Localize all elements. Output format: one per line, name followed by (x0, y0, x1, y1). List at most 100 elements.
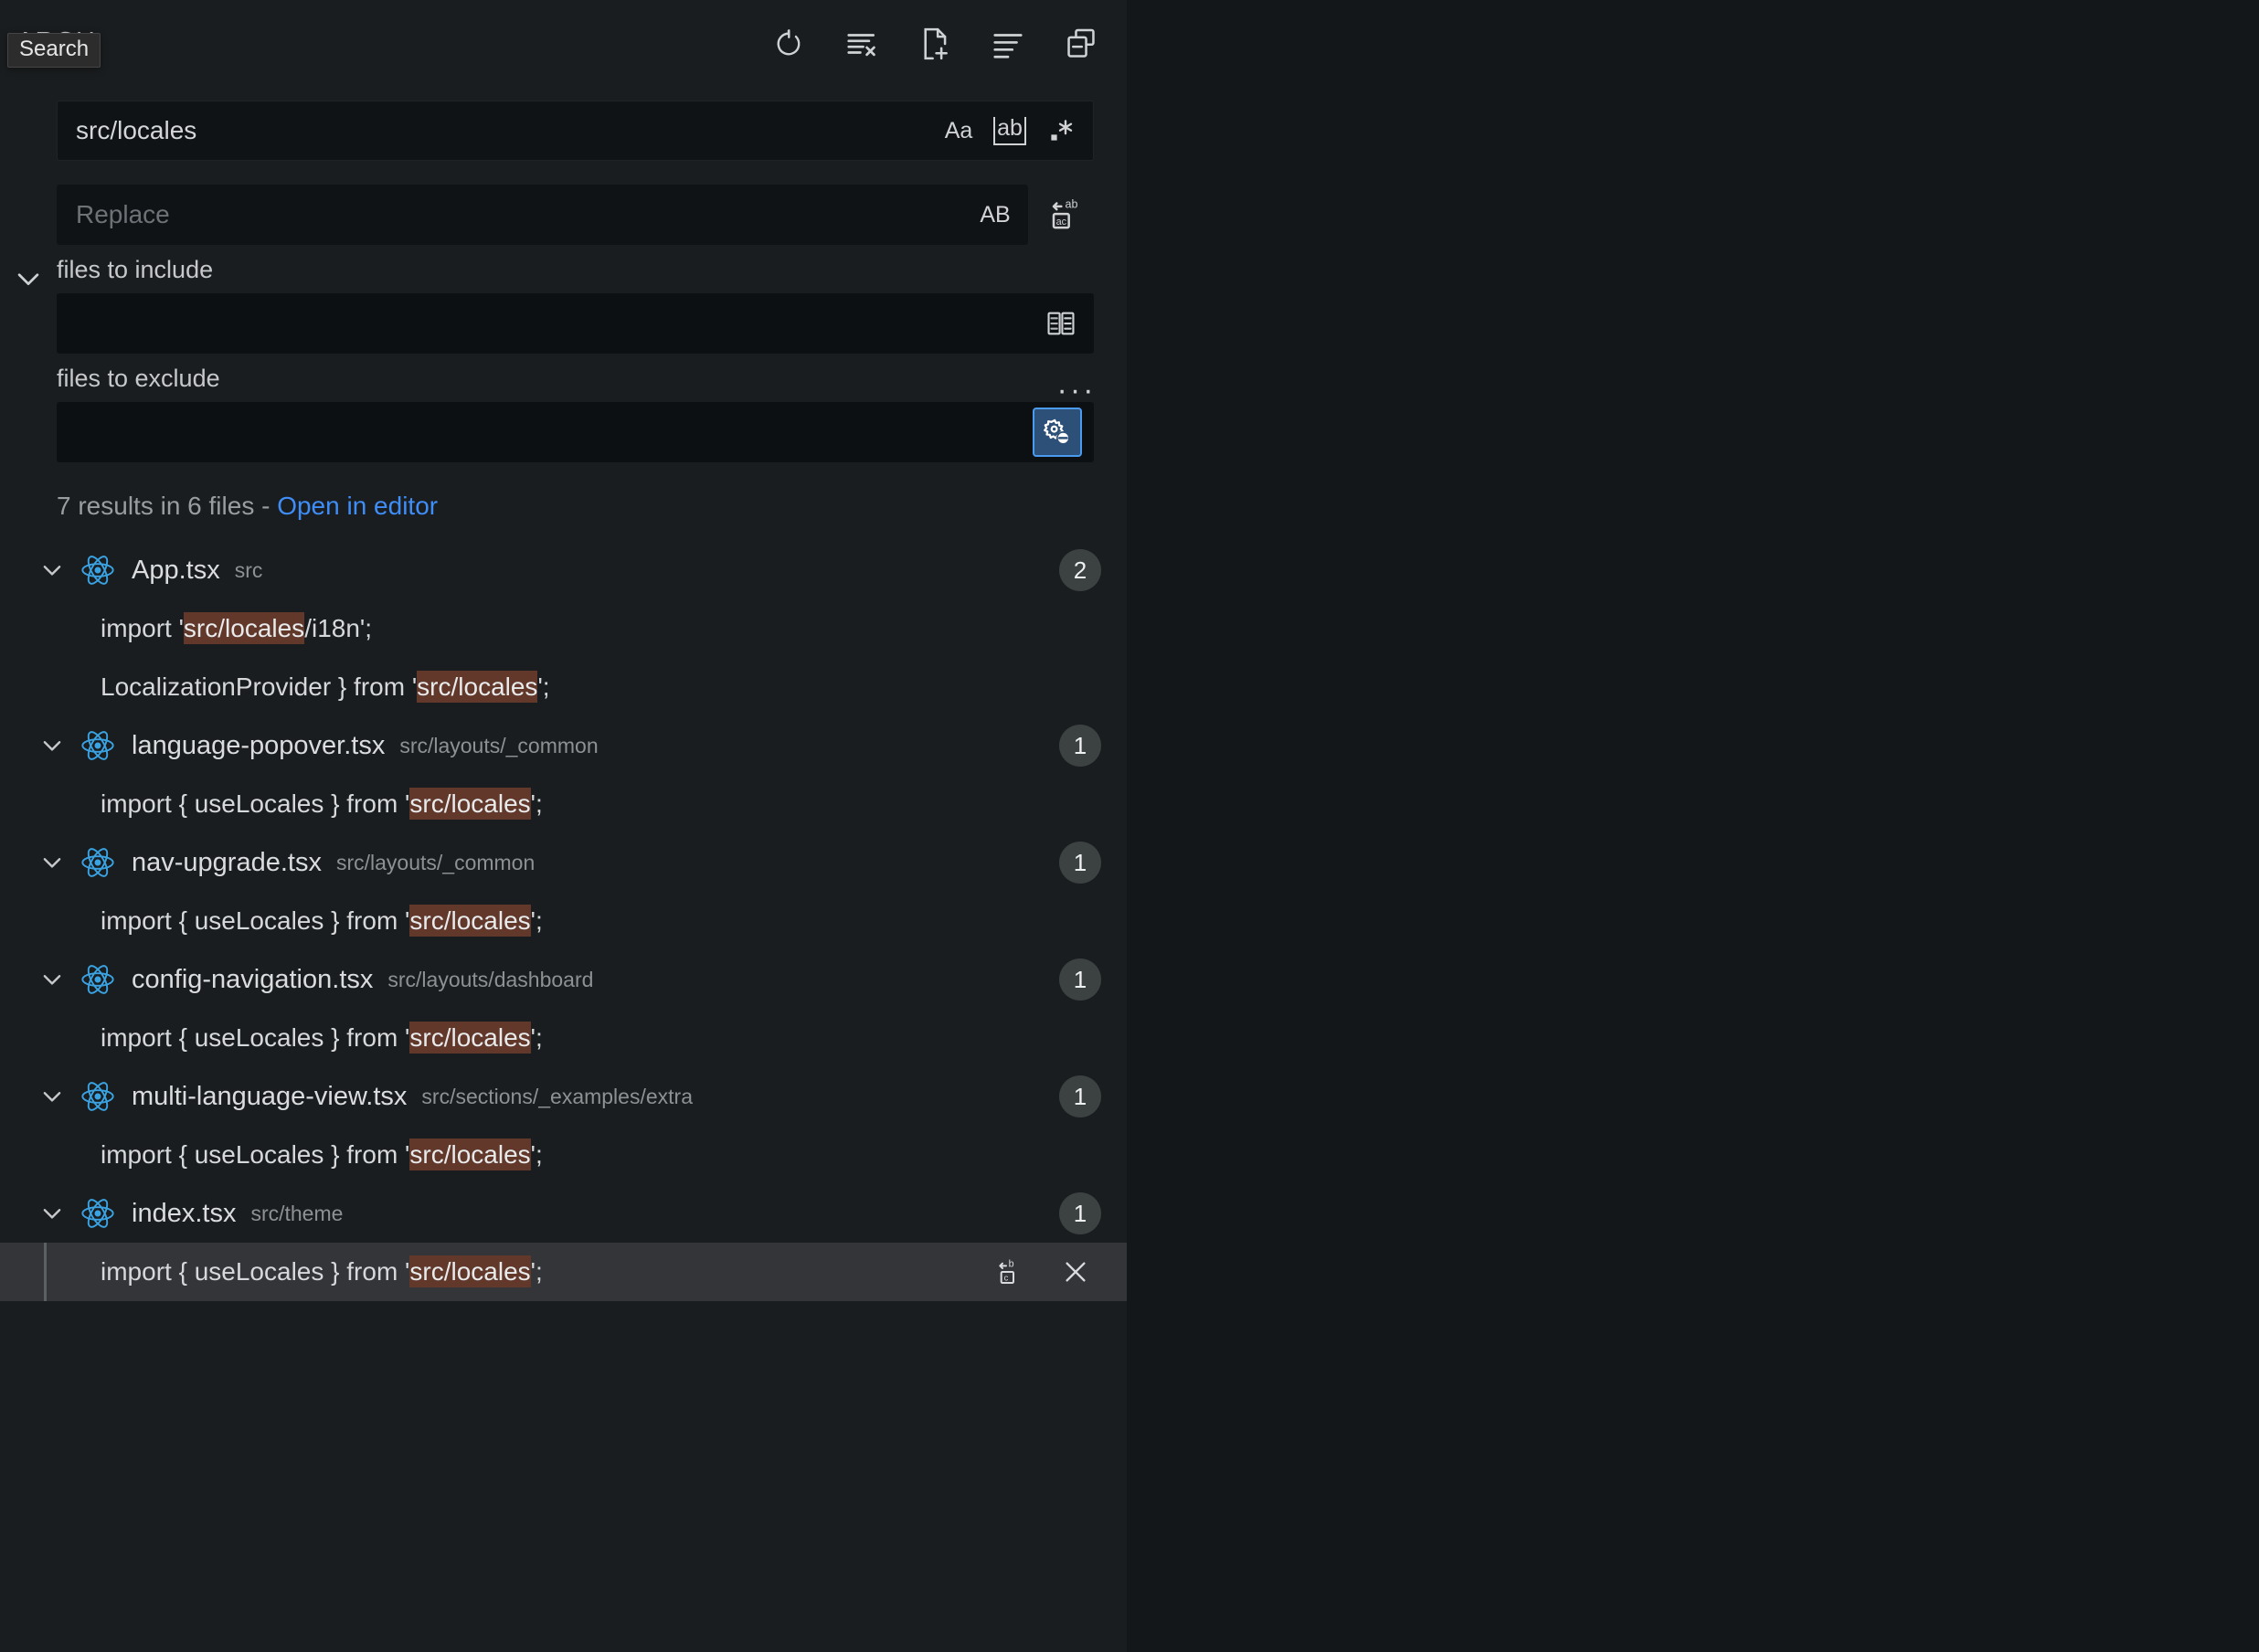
spacer (57, 161, 1101, 185)
match-case-label: Aa (945, 118, 973, 144)
search-result-file-row[interactable]: nav-upgrade.tsx src/layouts/_common 1 (0, 833, 1127, 892)
match-line-text: import { useLocales } from 'src/locales'… (101, 906, 543, 936)
use-regex-icon[interactable] (1040, 110, 1082, 152)
react-icon (79, 726, 117, 765)
search-toolbar (769, 24, 1101, 64)
search-result-file-name: index.tsx (132, 1199, 236, 1229)
match-line-text: import { useLocales } from 'src/locales'… (101, 789, 543, 819)
react-icon (79, 960, 117, 999)
results-summary: 7 results in 6 files - Open in editor (0, 462, 1127, 541)
match-highlight: src/locales (409, 788, 530, 820)
search-result-file-path: src/layouts/_common (399, 734, 598, 758)
search-result-file-path: src/layouts/dashboard (387, 968, 593, 992)
search-result-match-row[interactable]: import { useLocales } from 'src/locales'… (0, 1243, 1127, 1301)
svg-text:ac: ac (1056, 217, 1067, 228)
search-result-match-row[interactable]: import { useLocales } from 'src/locales'… (0, 1009, 1127, 1067)
match-count-badge: 1 (1059, 842, 1101, 884)
replace-match-icon[interactable]: b c (990, 1252, 1030, 1292)
search-result-file-path: src/sections/_examples/extra (421, 1085, 693, 1109)
svg-text:ab: ab (1066, 198, 1078, 211)
search-result-match-row[interactable]: import 'src/locales/i18n'; b c (0, 599, 1127, 658)
new-search-editor-icon[interactable] (915, 24, 955, 64)
search-result-file-name: language-popover.tsx (132, 731, 385, 761)
chevron-down-icon[interactable] (35, 1196, 69, 1231)
chevron-down-icon[interactable] (35, 728, 69, 763)
search-input-row: src/locales Aa ab (57, 101, 1101, 161)
chevron-down-icon[interactable] (35, 553, 69, 588)
match-count-badge: 1 (1059, 958, 1101, 1001)
view-as-list-icon[interactable] (988, 24, 1028, 64)
match-count-badge: 1 (1059, 725, 1101, 767)
chevron-down-icon[interactable] (35, 1079, 69, 1114)
replace-input-options: AB (974, 185, 1016, 244)
match-count-badge: 2 (1059, 549, 1101, 591)
files-to-include-label: files to include (0, 245, 1127, 293)
svg-text:c: c (1004, 1274, 1009, 1283)
search-result-file-row[interactable]: App.tsx src 2 (0, 541, 1127, 599)
clear-search-results-icon[interactable] (842, 24, 882, 64)
results-count-text: 7 results in 6 files - (57, 492, 277, 520)
use-exclude-settings-icon[interactable] (1033, 408, 1082, 457)
search-result-file-row[interactable]: multi-language-view.tsx src/sections/_ex… (0, 1067, 1127, 1126)
chevron-down-icon[interactable] (35, 845, 69, 880)
open-editors-icon[interactable] (1040, 302, 1082, 344)
files-to-exclude-label: files to exclude (0, 354, 1127, 402)
search-result-file-path: src (235, 558, 263, 583)
match-highlight: src/locales (409, 905, 530, 937)
search-result-match-row[interactable]: import { useLocales } from 'src/locales'… (0, 1126, 1127, 1184)
react-icon (79, 1077, 117, 1116)
match-line-text: import { useLocales } from 'src/locales'… (101, 1257, 543, 1287)
match-whole-word-icon[interactable]: ab (989, 110, 1031, 152)
search-tooltip: Search (7, 33, 101, 68)
react-icon (79, 1194, 117, 1233)
search-query-area: src/locales Aa ab (0, 101, 1127, 245)
files-to-include-input[interactable] (57, 293, 1094, 354)
match-highlight: src/locales (417, 671, 537, 703)
search-result-file-name: App.tsx (132, 556, 220, 586)
collapse-all-icon[interactable] (1061, 24, 1101, 64)
replace-input-row: Replace AB ab ac (57, 185, 1101, 245)
search-input-value: src/locales (58, 116, 196, 145)
search-result-file-name: multi-language-view.tsx (132, 1082, 407, 1112)
search-input-options: Aa ab (938, 101, 1082, 160)
match-highlight: src/locales (409, 1255, 530, 1287)
match-highlight: src/locales (409, 1022, 530, 1054)
search-panel-header: ARCH Search (0, 0, 1127, 101)
match-whole-word-label: ab (993, 117, 1026, 145)
react-icon (79, 551, 117, 589)
match-count-badge: 1 (1059, 1075, 1101, 1117)
search-results-tree: App.tsx src 2 import 'src/locales/i18n';… (0, 541, 1127, 1301)
replace-input-placeholder: Replace (58, 200, 170, 229)
preserve-case-icon[interactable]: AB (974, 194, 1016, 236)
match-count-badge: 1 (1059, 1192, 1101, 1234)
search-result-file-name: nav-upgrade.tsx (132, 848, 322, 878)
search-result-file-row[interactable]: language-popover.tsx src/layouts/_common… (0, 716, 1127, 775)
search-result-file-row[interactable]: config-navigation.tsx src/layouts/dashbo… (0, 950, 1127, 1009)
search-result-match-row[interactable]: LocalizationProvider } from 'src/locales… (0, 658, 1127, 716)
search-result-file-path: src/layouts/_common (336, 851, 535, 875)
dismiss-match-icon[interactable] (1055, 1252, 1096, 1292)
files-to-include-row (0, 293, 1127, 354)
match-highlight: src/locales (409, 1138, 530, 1170)
search-result-file-row[interactable]: index.tsx src/theme 1 (0, 1184, 1127, 1243)
react-icon (79, 843, 117, 882)
open-in-editor-link[interactable]: Open in editor (277, 492, 438, 520)
match-line-text: import 'src/locales/i18n'; (101, 614, 372, 643)
search-input[interactable]: src/locales Aa ab (57, 101, 1094, 161)
replace-all-icon[interactable]: ab ac (1043, 190, 1092, 239)
match-row-actions: b c (990, 1252, 1096, 1292)
editor-background: ARCH Search (0, 0, 2259, 1652)
match-line-text: import { useLocales } from 'src/locales'… (101, 1023, 543, 1053)
refresh-icon[interactable] (769, 24, 809, 64)
search-panel: ARCH Search (0, 0, 1127, 1652)
replace-input[interactable]: Replace AB (57, 185, 1028, 245)
search-result-match-row[interactable]: import { useLocales } from 'src/locales'… (0, 775, 1127, 833)
search-result-match-row[interactable]: import { useLocales } from 'src/locales'… (0, 892, 1127, 950)
preserve-case-label: AB (980, 202, 1010, 228)
search-result-file-name: config-navigation.tsx (132, 965, 373, 995)
match-line-text: import { useLocales } from 'src/locales'… (101, 1140, 543, 1170)
match-case-icon[interactable]: Aa (938, 110, 980, 152)
files-to-exclude-row (0, 402, 1127, 462)
files-to-exclude-input[interactable] (57, 402, 1094, 462)
chevron-down-icon[interactable] (35, 962, 69, 997)
